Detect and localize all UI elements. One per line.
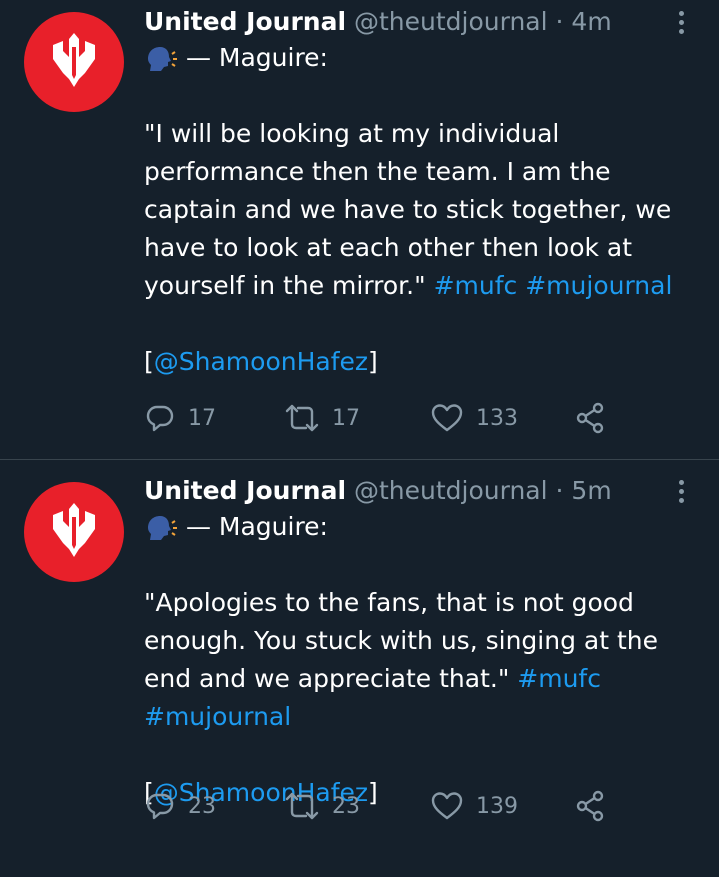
more-options-icon[interactable] — [671, 474, 691, 508]
quote-line: enough. You stuck with us, singing at th… — [144, 626, 658, 655]
avatar[interactable] — [24, 12, 124, 112]
speaker-line: — Maguire: — [185, 512, 328, 541]
share-button[interactable] — [574, 398, 608, 438]
like-count: 139 — [476, 793, 518, 819]
separator-dot: · — [555, 7, 564, 36]
credit-mention[interactable]: @ShamoonHafez — [154, 347, 368, 376]
hashtag-mujournal[interactable]: #mujournal — [525, 271, 672, 300]
speaking-head-icon — [148, 47, 177, 71]
avatar[interactable] — [24, 482, 124, 582]
tweet-actions: 17 17 133 — [144, 398, 624, 438]
author-name[interactable]: United Journal — [144, 7, 346, 36]
reply-count: 17 — [188, 405, 216, 431]
heart-icon — [431, 404, 463, 432]
tweet-content: United Journal @theutdjournal · 4m — Mag… — [144, 5, 679, 381]
tweet-2[interactable]: United Journal @theutdjournal · 5m — Mag… — [0, 460, 719, 877]
share-button[interactable] — [574, 786, 608, 826]
quote-line: "Apologies to the fans, that is not good — [144, 588, 634, 617]
tweet-actions: 23 23 139 — [144, 786, 624, 826]
retweet-count: 17 — [332, 405, 360, 431]
like-button[interactable]: 139 — [430, 786, 518, 826]
retweet-icon — [285, 792, 319, 820]
quote-line: "I will be looking at my individual — [144, 119, 560, 148]
tweet-1[interactable]: United Journal @theutdjournal · 4m — Mag… — [0, 0, 719, 459]
retweet-count: 23 — [332, 793, 360, 819]
speaking-head-icon — [148, 516, 177, 540]
heart-icon — [431, 792, 463, 820]
quote-line: performance then the team. I am the — [144, 157, 611, 186]
quote-line: have to look at each other then look at — [144, 233, 633, 262]
like-count: 133 — [476, 405, 518, 431]
separator-dot: · — [555, 476, 564, 505]
author-handle[interactable]: @theutdjournal — [354, 7, 548, 36]
credit-bracket-close: ] — [368, 347, 378, 376]
retweet-button[interactable]: 23 — [284, 786, 360, 826]
reply-count: 23 — [188, 793, 216, 819]
retweet-button[interactable]: 17 — [284, 398, 360, 438]
quote-line: end and we appreciate that." — [144, 664, 518, 693]
retweet-icon — [285, 404, 319, 432]
quote-line: captain and we have to stick together, w… — [144, 195, 672, 224]
united-journal-logo-icon — [53, 33, 95, 87]
more-options-icon[interactable] — [671, 5, 691, 39]
author-handle[interactable]: @theutdjournal — [354, 476, 548, 505]
reply-button[interactable]: 17 — [144, 398, 216, 438]
tweet-text: — Maguire: "I will be looking at my indi… — [144, 39, 679, 381]
quote-line: yourself in the mirror." — [144, 271, 434, 300]
reply-icon — [146, 793, 174, 820]
hashtag-mufc[interactable]: #mufc — [517, 664, 601, 693]
tweet-header: United Journal @theutdjournal · 4m — [144, 5, 679, 39]
united-journal-logo-icon — [53, 503, 95, 557]
timestamp[interactable]: 5m — [571, 476, 611, 505]
hashtag-mujournal[interactable]: #mujournal — [144, 702, 291, 731]
hashtag-mufc[interactable]: #mufc — [434, 271, 518, 300]
tweet-text: — Maguire: "Apologies to the fans, that … — [144, 508, 679, 812]
tweet-header: United Journal @theutdjournal · 5m — [144, 474, 679, 508]
share-icon — [576, 402, 604, 434]
timestamp[interactable]: 4m — [571, 7, 611, 36]
tweet-content: United Journal @theutdjournal · 5m — Mag… — [144, 474, 679, 812]
credit-bracket-open: [ — [144, 347, 154, 376]
reply-button[interactable]: 23 — [144, 786, 216, 826]
share-icon — [576, 790, 604, 822]
like-button[interactable]: 133 — [430, 398, 518, 438]
author-name[interactable]: United Journal — [144, 476, 346, 505]
speaker-line: — Maguire: — [185, 43, 328, 72]
reply-icon — [146, 405, 174, 432]
